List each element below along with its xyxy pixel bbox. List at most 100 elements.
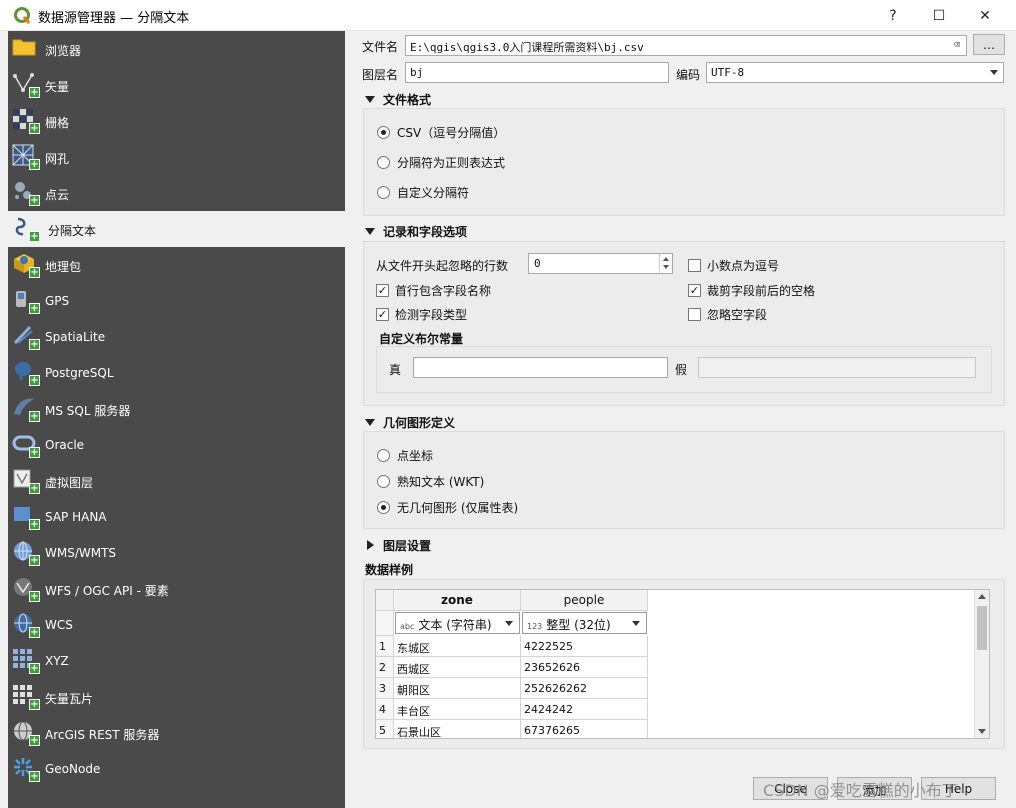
- detect-types-checkbox[interactable]: ✓ 检测字段类型: [376, 306, 467, 323]
- geometry-header[interactable]: 几何图形定义: [365, 414, 455, 431]
- browse-button[interactable]: …: [973, 34, 1005, 55]
- sidebar-item-gps[interactable]: + GPS: [8, 283, 345, 319]
- radio-dot: [377, 186, 390, 199]
- format-regex-radio[interactable]: 分隔符为正则表达式: [377, 154, 505, 171]
- file-path-input[interactable]: E:\qgis\qgis3.0入门课程所需资料\bj.csv ⌫: [405, 35, 967, 56]
- integer-type-icon: 123: [527, 622, 543, 631]
- encoding-select[interactable]: UTF-8: [706, 62, 1004, 83]
- discard-empty-label: 忽略空字段: [707, 308, 768, 322]
- file-name-label: 文件名: [362, 40, 399, 54]
- expand-icon: [367, 540, 374, 550]
- sidebar-item-point-cloud[interactable]: + 点云: [8, 175, 345, 211]
- folder-icon: [12, 36, 40, 62]
- detect-types-label: 检测字段类型: [395, 308, 468, 322]
- add-plus-icon: +: [29, 303, 40, 314]
- layer-name-input[interactable]: bj: [405, 62, 669, 83]
- sidebar-item-geopackage[interactable]: + 地理包: [8, 247, 345, 283]
- raster-icon: +: [12, 108, 40, 134]
- sidebar-item-spatialite[interactable]: + SpatiaLite: [8, 319, 345, 355]
- layer-name-value: bj: [410, 66, 424, 79]
- csdn-watermark: CSDN @爱吃雪糕的小布丁: [763, 781, 958, 800]
- sidebar-item-wfs[interactable]: + WFS / OGC API - 要素: [8, 571, 345, 607]
- table-vertical-scrollbar[interactable]: [974, 590, 989, 738]
- sidebar-item-virtual-layer[interactable]: + 虚拟图层: [8, 463, 345, 499]
- column-header-zone[interactable]: zone: [394, 590, 521, 611]
- discard-empty-checkbox[interactable]: 忽略空字段: [688, 306, 767, 323]
- cell-zone: 东城区: [394, 636, 521, 657]
- format-custom-label: 自定义分隔符: [397, 186, 470, 200]
- file-format-header[interactable]: 文件格式: [365, 91, 431, 108]
- help-window-button[interactable]: ?: [870, 0, 916, 31]
- true-value-input[interactable]: [413, 357, 668, 378]
- add-plus-icon: +: [29, 447, 40, 458]
- people-type-select[interactable]: 123 整型 (32位): [522, 612, 647, 634]
- decimal-comma-checkbox[interactable]: 小数点为逗号: [688, 257, 779, 274]
- add-plus-icon: +: [29, 663, 40, 674]
- sidebar-item-wcs[interactable]: + WCS: [8, 607, 345, 643]
- cell-people: 67376265: [521, 720, 648, 738]
- maximize-button[interactable]: ☐: [916, 0, 962, 31]
- trim-fields-checkbox[interactable]: ✓ 裁剪字段前后的空格: [688, 282, 815, 299]
- geometry-wkt-radio[interactable]: 熟知文本 (WKT): [377, 473, 484, 490]
- clear-icon[interactable]: ⌫: [953, 38, 960, 51]
- layer-settings-title: 图层设置: [383, 539, 432, 553]
- scroll-up-icon[interactable]: [978, 594, 986, 599]
- sidebar-item-mssql[interactable]: + MS SQL 服务器: [8, 391, 345, 427]
- sidebar-item-vector[interactable]: + 矢量: [8, 67, 345, 103]
- format-csv-radio[interactable]: CSV（逗号分隔值）: [377, 124, 505, 141]
- sidebar-item-label: PostgreSQL: [45, 366, 114, 380]
- geometry-none-radio[interactable]: 无几何图形 (仅属性表): [377, 499, 518, 516]
- first-record-header-checkbox[interactable]: ✓ 首行包含字段名称: [376, 282, 491, 299]
- format-custom-radio[interactable]: 自定义分隔符: [377, 184, 469, 201]
- check-icon: ✓: [376, 308, 389, 321]
- collapse-icon: [365, 96, 375, 103]
- add-plus-icon: +: [29, 699, 40, 710]
- wcs-icon: +: [12, 612, 40, 638]
- sidebar-item-xyz[interactable]: + XYZ: [8, 643, 345, 679]
- layer-settings-header[interactable]: 图层设置: [367, 537, 431, 554]
- geonode-icon: +: [12, 756, 40, 782]
- qgis-logo-icon: [14, 7, 31, 24]
- sidebar-item-mesh[interactable]: + 网孔: [8, 139, 345, 175]
- sidebar-item-sap-hana[interactable]: + SAP HANA: [8, 499, 345, 535]
- records-panel: 从文件开头起忽略的行数 0 小数点为逗号 ✓ 首行包含字段名称 ✓ 裁剪字段前后的空…: [363, 241, 1005, 406]
- collapse-icon: [365, 228, 375, 235]
- sidebar-item-oracle[interactable]: + Oracle: [8, 427, 345, 463]
- scroll-down-icon[interactable]: [978, 729, 986, 734]
- close-icon: ✕: [979, 7, 991, 24]
- true-label: 真: [389, 363, 402, 377]
- geometry-point-radio[interactable]: 点坐标: [377, 447, 433, 464]
- text-type-icon: abc: [400, 622, 415, 631]
- sidebar-item-raster[interactable]: + 栅格: [8, 103, 345, 139]
- sample-data-table: zone people abc 文本 (字符串) 123 整型 (32位) 1 东城区…: [375, 589, 990, 739]
- row-number: 5: [376, 720, 394, 738]
- sidebar-item-label: MS SQL 服务器: [45, 404, 131, 418]
- add-plus-icon: +: [29, 627, 40, 638]
- sidebar-item-wms[interactable]: + WMS/WMTS: [8, 535, 345, 571]
- sidebar-item-folder[interactable]: 浏览器: [8, 31, 345, 67]
- close-window-button[interactable]: ✕: [962, 0, 1008, 31]
- scroll-thumb[interactable]: [977, 606, 987, 650]
- format-regex-label: 分隔符为正则表达式: [397, 156, 506, 170]
- custom-boolean-panel: 真 假: [376, 346, 992, 393]
- add-plus-icon: +: [29, 123, 40, 134]
- false-value-input[interactable]: [698, 357, 976, 378]
- browse-label: …: [983, 37, 995, 52]
- sidebar-item-arcgis[interactable]: + ArcGIS REST 服务器: [8, 715, 345, 751]
- sidebar-item-geonode[interactable]: + GeoNode: [8, 751, 345, 787]
- sidebar-item-label: 浏览器: [45, 44, 82, 58]
- sidebar-item-delimited-text[interactable]: + 分隔文本: [8, 211, 345, 247]
- zone-type-select[interactable]: abc 文本 (字符串): [395, 612, 520, 634]
- checkbox-box: [688, 259, 701, 272]
- spin-arrows[interactable]: [659, 254, 672, 273]
- sidebar-item-postgresql[interactable]: + PostgreSQL: [8, 355, 345, 391]
- sidebar-item-label: XYZ: [45, 654, 69, 668]
- sidebar-item-label: SpatiaLite: [45, 330, 106, 344]
- sidebar-item-label: ArcGIS REST 服务器: [45, 728, 160, 742]
- cell-people: 252626262: [521, 678, 648, 699]
- column-header-people[interactable]: people: [521, 590, 648, 611]
- skip-lines-spinbox[interactable]: 0: [528, 253, 673, 274]
- records-header[interactable]: 记录和字段选项: [365, 223, 467, 240]
- add-plus-icon: +: [29, 519, 40, 530]
- sidebar-item-vector-tile[interactable]: + 矢量瓦片: [8, 679, 345, 715]
